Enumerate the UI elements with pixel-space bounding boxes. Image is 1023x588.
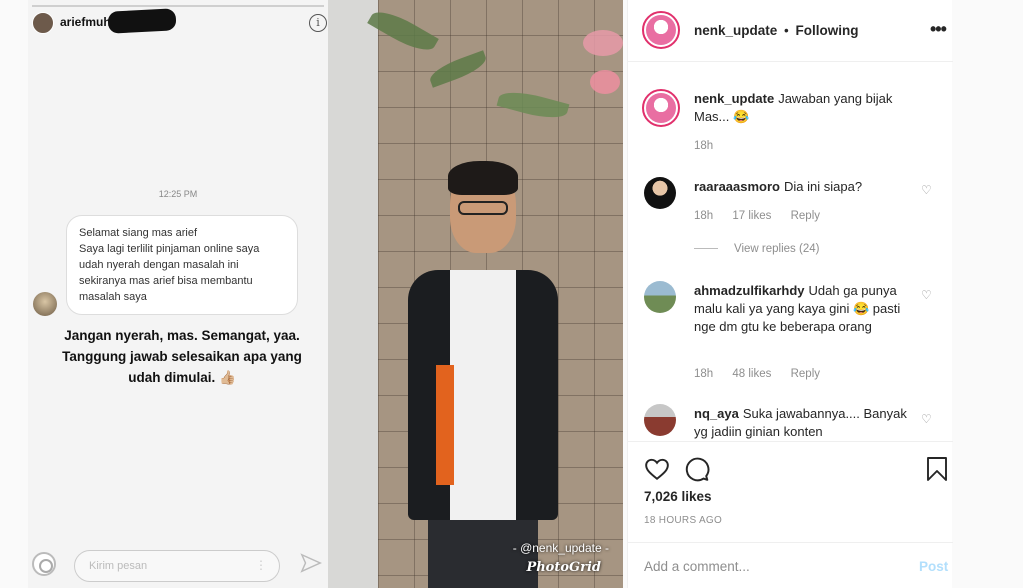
- dm-sender-avatar: [33, 292, 57, 316]
- flower: [590, 70, 620, 94]
- comment-meta: 18h 17 likes Reply: [694, 210, 836, 222]
- photogrid-logo: PhotoGrid: [526, 560, 601, 575]
- person: [408, 161, 558, 588]
- avatar[interactable]: [642, 11, 680, 49]
- comment-likes[interactable]: 48 likes: [732, 368, 771, 380]
- story-input-placeholder: Kirim pesan: [89, 560, 148, 572]
- dm-line: sekiranya mas arief bisa membantu: [79, 275, 253, 287]
- comment-username[interactable]: nenk_update: [694, 91, 774, 106]
- comment-time: 18h: [694, 140, 714, 152]
- comment-username[interactable]: nq_aya: [694, 406, 739, 421]
- white-wall: [328, 0, 378, 588]
- header-username[interactable]: nenk_update: [694, 23, 777, 38]
- heart-icon[interactable]: [644, 456, 670, 482]
- info-icon: i: [309, 14, 327, 32]
- comment-time: 18h: [694, 210, 714, 222]
- add-comment-input[interactable]: Add a comment...: [644, 559, 750, 574]
- reply-button[interactable]: Reply: [791, 210, 820, 222]
- comment-time: 18h: [694, 368, 714, 380]
- story-avatar: [32, 12, 54, 34]
- bookmark-icon[interactable]: [925, 456, 949, 482]
- glasses: [458, 201, 508, 215]
- post-sidebar: nenk_update • Following ••• nenk_update J…: [627, 0, 953, 588]
- comment-meta: 18h 48 likes Reply: [694, 368, 836, 380]
- comment-username[interactable]: raaraaasmoro: [694, 179, 780, 194]
- flower: [583, 30, 623, 56]
- story-progress-bar: [32, 5, 324, 7]
- message-time: 12:25 PM: [158, 189, 198, 199]
- dm-line: udah nyerah dengan masalah ini: [79, 259, 239, 271]
- watermark: - @nenk_update -: [512, 541, 609, 555]
- caption-avatar[interactable]: [642, 89, 680, 127]
- comment: nq_aya Suka jawabannya.... Banyak yg jadi…: [694, 405, 916, 441]
- post-actions: 7,026 likes 18 HOURS AGO Add a comment..…: [628, 441, 953, 588]
- comment-avatar[interactable]: [644, 177, 676, 209]
- comment-avatar[interactable]: [644, 404, 676, 436]
- post-time: 18 HOURS AGO: [644, 515, 723, 526]
- camera-icon: [32, 552, 56, 576]
- shirt: [450, 270, 516, 520]
- likes-count[interactable]: 7,026 likes: [644, 489, 712, 504]
- follow-status[interactable]: Following: [796, 23, 859, 38]
- like-comment-icon[interactable]: ♡: [921, 412, 932, 426]
- view-replies-button[interactable]: View replies (24): [694, 243, 819, 255]
- story-caption: Jangan nyerah, mas. Semangat, yaa. Tangg…: [62, 328, 302, 385]
- comments-list[interactable]: nenk_update Jawaban yang bijak Mas... 😂 1…: [628, 63, 953, 441]
- story-screenshot: ariefmuhammad i 12:25 PM Selamat siang m…: [28, 0, 328, 588]
- comment: raaraaasmoro Dia ini siapa?: [694, 178, 916, 196]
- dm-line: masalah saya: [79, 291, 147, 303]
- dots-icon: ⋮: [255, 558, 267, 572]
- reply-button[interactable]: Reply: [791, 368, 820, 380]
- dm-line: Selamat siang mas arief: [79, 227, 197, 239]
- comment-avatar[interactable]: [644, 281, 676, 313]
- like-comment-icon[interactable]: ♡: [921, 183, 932, 197]
- comment-meta: 18h: [694, 140, 729, 152]
- header-user: nenk_update • Following: [694, 23, 859, 38]
- post-button[interactable]: Post: [919, 559, 948, 574]
- add-comment-bar: Add a comment... Post: [628, 542, 953, 588]
- redaction-mark: [107, 8, 177, 34]
- comment: ahmadzulfikarhdy Udah ga punya malu kali …: [694, 282, 916, 336]
- person-photo: - @nenk_update - PhotoGrid: [328, 0, 623, 588]
- comment-likes[interactable]: 17 likes: [732, 210, 771, 222]
- hair: [448, 161, 518, 195]
- caption-comment: nenk_update Jawaban yang bijak Mas... 😂: [694, 90, 916, 126]
- comment-text: Dia ini siapa?: [784, 179, 863, 194]
- dm-line: Saya lagi terlilit pinjaman online saya: [79, 243, 260, 255]
- comment-icon[interactable]: [684, 456, 710, 482]
- like-comment-icon[interactable]: ♡: [921, 288, 932, 302]
- story-message-input: Kirim pesan ⋮: [74, 550, 280, 582]
- story-header: ariefmuhammad i: [28, 0, 328, 46]
- separator-dot: •: [784, 23, 789, 38]
- post-image[interactable]: ariefmuhammad i 12:25 PM Selamat siang m…: [28, 0, 623, 588]
- jacket-lining: [436, 365, 454, 485]
- comment-username[interactable]: ahmadzulfikarhdy: [694, 283, 805, 298]
- story-footer: Kirim pesan ⋮: [28, 540, 328, 588]
- send-icon: [300, 553, 322, 573]
- dm-message-bubble: Selamat siang mas arief Saya lagi terlil…: [66, 215, 298, 315]
- post-header: nenk_update • Following •••: [628, 0, 953, 62]
- more-options-icon[interactable]: •••: [930, 19, 947, 40]
